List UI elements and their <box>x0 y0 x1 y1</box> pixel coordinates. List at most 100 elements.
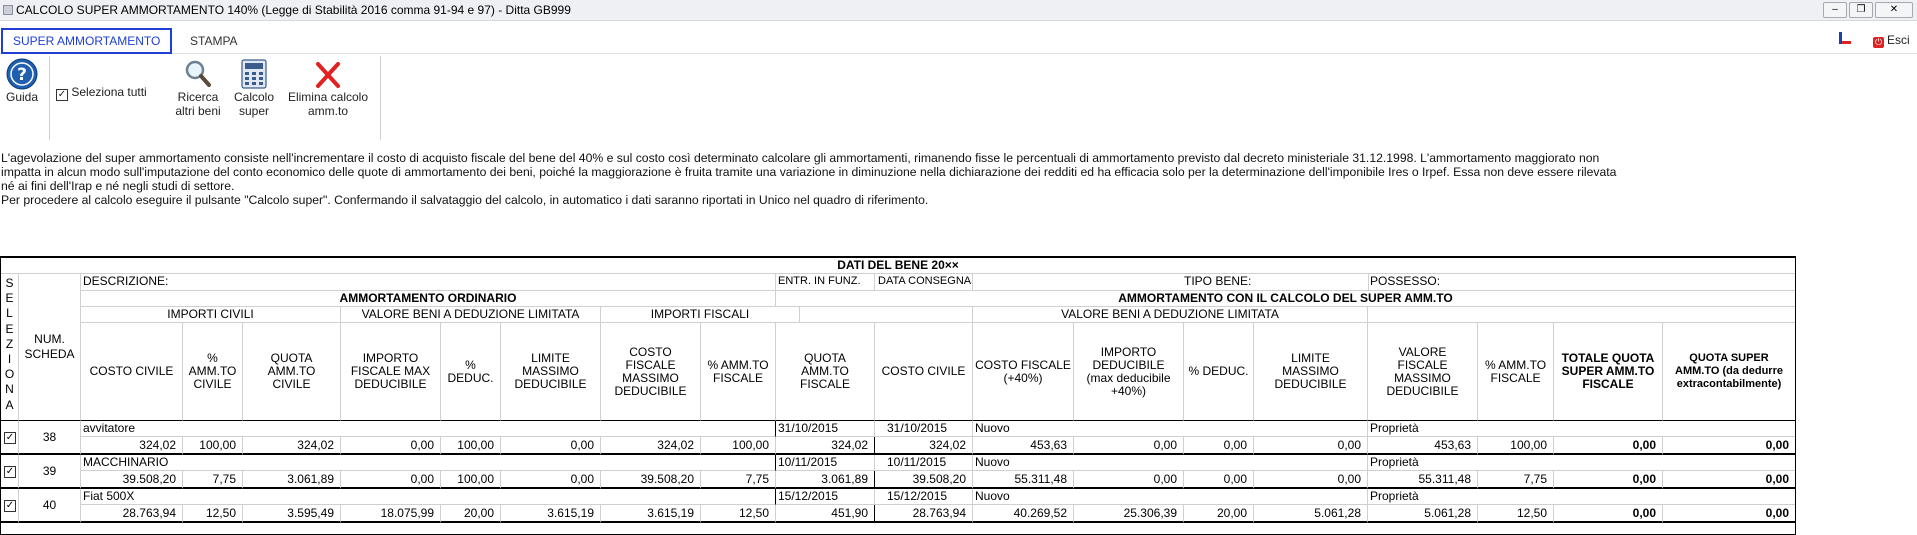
value-cell[interactable]: 451,90 <box>776 505 875 523</box>
delete-icon <box>316 62 340 88</box>
value-cell[interactable]: 0,00 <box>1254 471 1368 489</box>
data-consegna-cell[interactable]: 10/11/2015 <box>875 455 973 471</box>
value-cell[interactable]: 0,00 <box>1663 437 1795 455</box>
value-cell[interactable]: 0,00 <box>501 437 601 455</box>
value-cell[interactable]: 324,02 <box>243 437 341 455</box>
column-header: QUOTA AMM.TO CIVILE <box>243 323 341 421</box>
value-cell[interactable]: 0,00 <box>341 437 441 455</box>
data-consegna-cell[interactable]: 31/10/2015 <box>875 421 973 437</box>
value-cell[interactable]: 5.061,28 <box>1254 505 1368 523</box>
descrizione-cell[interactable]: avvitatore <box>81 421 776 437</box>
description-line: impatta in alcun modo sull'imputazione d… <box>1 165 1617 179</box>
value-cell[interactable]: 100,00 <box>1478 437 1554 455</box>
value-cell[interactable]: 28.763,94 <box>81 505 183 523</box>
value-cell[interactable]: 18.075,99 <box>341 505 441 523</box>
value-cell[interactable]: 100,00 <box>441 471 501 489</box>
value-cell[interactable]: 20,00 <box>1184 505 1254 523</box>
possesso-cell[interactable]: Proprietà <box>1368 489 1795 505</box>
calcolo-label-1: Calcolo <box>233 90 275 104</box>
value-cell[interactable]: 12,50 <box>1478 505 1554 523</box>
flag-icon[interactable] <box>1839 32 1851 44</box>
ricerca-altri-beni-button[interactable]: Ricerca altri beni <box>168 58 228 118</box>
row-checkbox[interactable]: ✓ <box>4 432 16 444</box>
value-cell[interactable]: 453,63 <box>1368 437 1478 455</box>
value-cell[interactable]: 3.615,19 <box>501 505 601 523</box>
value-cell[interactable]: 0,00 <box>1554 471 1663 489</box>
close-window-button[interactable]: ✕ <box>1875 2 1913 18</box>
data-consegna-cell[interactable]: 15/12/2015 <box>875 489 973 505</box>
value-cell[interactable]: 100,00 <box>441 437 501 455</box>
value-cell[interactable]: 100,00 <box>701 437 776 455</box>
column-header: LIMITE MASSIMO DEDUCIBILE <box>1254 323 1368 421</box>
value-cell[interactable]: 39.508,20 <box>601 471 701 489</box>
value-cell[interactable]: 3.615,19 <box>601 505 701 523</box>
value-cell[interactable]: 12,50 <box>183 505 243 523</box>
value-cell[interactable]: 0,00 <box>1254 437 1368 455</box>
value-cell[interactable]: 39.508,20 <box>81 471 183 489</box>
tab-bar: SUPER AMMORTAMENTO STAMPA <box>0 26 1917 54</box>
entr-funz-cell[interactable]: 15/12/2015 <box>776 489 875 505</box>
value-cell[interactable]: 55.311,48 <box>1368 471 1478 489</box>
tipo-bene-cell[interactable]: Nuovo <box>973 421 1368 437</box>
value-cell[interactable]: 0,00 <box>1184 471 1254 489</box>
entr-funz-cell[interactable]: 10/11/2015 <box>776 455 875 471</box>
possesso-cell[interactable]: Proprietà <box>1368 421 1795 437</box>
value-cell[interactable]: 0,00 <box>1554 505 1663 523</box>
value-cell[interactable]: 453,63 <box>973 437 1074 455</box>
row-checkbox[interactable]: ✓ <box>4 500 16 512</box>
tipo-bene-cell[interactable]: Nuovo <box>973 455 1368 471</box>
value-cell[interactable]: 0,00 <box>501 471 601 489</box>
value-cell[interactable]: 7,75 <box>701 471 776 489</box>
value-cell[interactable]: 3.061,89 <box>776 471 875 489</box>
value-cell[interactable]: 0,00 <box>1074 471 1184 489</box>
value-cell[interactable]: 55.311,48 <box>973 471 1074 489</box>
value-cell[interactable]: 324,02 <box>875 437 973 455</box>
row-checkbox[interactable]: ✓ <box>4 466 16 478</box>
value-cell[interactable]: 0,00 <box>1184 437 1254 455</box>
value-cell[interactable]: 324,02 <box>81 437 183 455</box>
descrizione-cell[interactable]: MACCHINARIO <box>81 455 776 471</box>
value-cell[interactable]: 40.269,52 <box>973 505 1074 523</box>
column-header: QUOTA AMM.TO FISCALE <box>776 323 875 421</box>
num-scheda-cell: 38 <box>19 421 81 455</box>
value-cell[interactable]: 324,02 <box>601 437 701 455</box>
value-cell[interactable]: 28.763,94 <box>875 505 973 523</box>
esci-button[interactable]: ⏻ Esci <box>1873 33 1910 48</box>
tab-stampa[interactable]: STAMPA <box>180 30 248 52</box>
seleziona-tutti-checkbox[interactable]: ✓ Seleziona tutti <box>56 85 147 101</box>
value-cell[interactable]: 7,75 <box>183 471 243 489</box>
value-cell[interactable]: 0,00 <box>1663 471 1795 489</box>
value-cell[interactable]: 0,00 <box>1554 437 1663 455</box>
elimina-calcolo-button[interactable]: Elimina calcolo amm.to <box>281 58 375 118</box>
value-cell[interactable]: 3.595,49 <box>243 505 341 523</box>
maximize-button[interactable]: ❐ <box>1849 2 1873 18</box>
tipo-bene-cell[interactable]: Nuovo <box>973 489 1368 505</box>
guida-button[interactable]: ? Guida <box>2 58 42 104</box>
seleziona-header: SELEZIONA <box>1 274 19 421</box>
calcolo-label-2: super <box>238 104 270 118</box>
value-cell[interactable]: 5.061,28 <box>1368 505 1478 523</box>
value-cell[interactable]: 39.508,20 <box>875 471 973 489</box>
possesso-cell[interactable]: Proprietà <box>1368 455 1795 471</box>
value-cell[interactable]: 0,00 <box>1074 437 1184 455</box>
descrizione-cell[interactable]: Fiat 500X <box>81 489 776 505</box>
value-cell[interactable]: 25.306,39 <box>1074 505 1184 523</box>
value-cell[interactable]: 3.061,89 <box>243 471 341 489</box>
seleziona-tutti-label: Seleziona tutti <box>71 85 147 99</box>
value-cell[interactable]: 7,75 <box>1478 471 1554 489</box>
blank-header <box>1368 307 1795 323</box>
value-cell[interactable]: 20,00 <box>441 505 501 523</box>
tab-super-ammortamento[interactable]: SUPER AMMORTAMENTO <box>1 28 173 54</box>
value-cell[interactable]: 0,00 <box>341 471 441 489</box>
calcolo-super-button[interactable]: Calcolo super <box>230 58 278 118</box>
value-cell[interactable]: 324,02 <box>776 437 875 455</box>
magnifier-icon <box>185 60 211 87</box>
minimize-button[interactable]: ‒ <box>1823 2 1847 18</box>
importi-fiscali-header: IMPORTI FISCALI <box>601 307 800 323</box>
value-cell[interactable]: 0,00 <box>1663 505 1795 523</box>
entr-funz-cell[interactable]: 31/10/2015 <box>776 421 875 437</box>
table-title: DATI DEL BENE 20×× <box>1 258 1795 274</box>
value-cell[interactable]: 12,50 <box>701 505 776 523</box>
possesso-header: POSSESSO: <box>1368 274 1795 291</box>
value-cell[interactable]: 100,00 <box>183 437 243 455</box>
